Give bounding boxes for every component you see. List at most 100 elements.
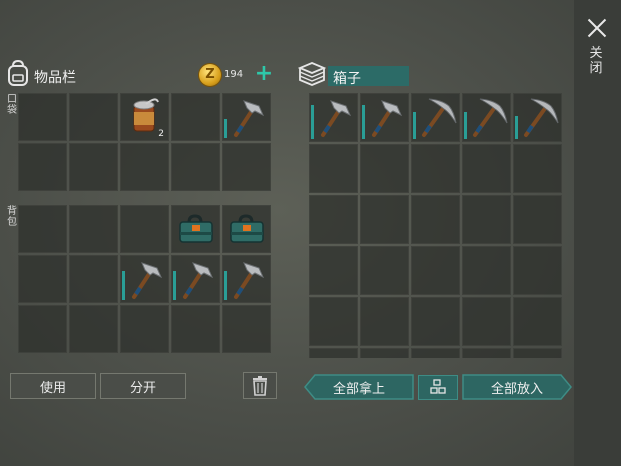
box-slot[interactable]	[513, 144, 562, 193]
durability-bar	[122, 271, 125, 300]
hammer-icon	[321, 100, 352, 137]
put-all-label: 全部放入	[490, 381, 543, 397]
take-all-button[interactable]: 全部拿上	[304, 374, 414, 400]
trash-button[interactable]	[243, 372, 277, 399]
hammer-icon	[132, 262, 163, 299]
pocket-label: 口袋	[7, 94, 17, 116]
box-slot[interactable]	[513, 348, 562, 358]
backpack-slot[interactable]	[18, 305, 67, 353]
durability-bar	[311, 105, 314, 139]
box-slot[interactable]	[360, 297, 409, 346]
sort-grid-icon	[430, 379, 446, 394]
sort-button[interactable]	[418, 375, 458, 400]
box-slot[interactable]	[513, 195, 562, 244]
close-label[interactable]: 关闭	[588, 46, 604, 76]
hammer-icon	[234, 262, 265, 299]
add-coins-button[interactable]: +	[254, 63, 274, 85]
durability-bar	[362, 105, 365, 139]
toolbox-icon	[179, 214, 213, 243]
box-slot[interactable]	[360, 144, 409, 193]
box-slot[interactable]	[360, 246, 409, 295]
box-slot[interactable]	[309, 297, 358, 346]
box-slot[interactable]	[309, 93, 358, 142]
box-slot[interactable]	[360, 195, 409, 244]
pocket-slot[interactable]	[222, 93, 271, 141]
box-slot[interactable]	[462, 348, 511, 358]
backpack-slot[interactable]	[222, 255, 271, 303]
box-slot[interactable]	[360, 93, 409, 142]
backpack-slot[interactable]	[171, 205, 220, 253]
durability-bar	[224, 271, 227, 300]
box-slot[interactable]	[462, 144, 511, 193]
backpack-slot[interactable]	[171, 305, 220, 353]
box-slot[interactable]	[513, 93, 562, 142]
crate-icon	[298, 62, 326, 86]
pocket-slot[interactable]	[69, 143, 118, 191]
pickaxe-icon	[422, 98, 457, 137]
pocket-slot[interactable]	[18, 93, 67, 141]
backpack-slot[interactable]	[120, 255, 169, 303]
coin-icon: Z	[199, 64, 221, 86]
pocket-slot[interactable]	[120, 143, 169, 191]
trash-icon	[253, 376, 267, 396]
use-button[interactable]: 使用	[10, 373, 96, 399]
pocket-slot[interactable]	[222, 143, 271, 191]
durability-bar	[224, 119, 227, 138]
hammer-icon	[183, 262, 214, 299]
hammer-icon	[372, 100, 403, 137]
pocket-slot[interactable]: 2	[120, 93, 169, 141]
box-slot[interactable]	[309, 195, 358, 244]
backpack-slot[interactable]	[18, 205, 67, 253]
backpack-slot[interactable]	[69, 255, 118, 303]
box-slot[interactable]	[411, 246, 460, 295]
take-all-label: 全部拿上	[332, 381, 385, 397]
backpack-icon	[8, 60, 28, 86]
pickaxe-icon	[524, 98, 559, 137]
box-slot[interactable]	[462, 297, 511, 346]
split-button[interactable]: 分开	[100, 373, 186, 399]
put-all-button[interactable]: 全部放入	[462, 374, 572, 400]
toolbox-icon	[230, 214, 264, 243]
box-slot[interactable]	[513, 297, 562, 346]
box-slot[interactable]	[411, 195, 460, 244]
durability-bar	[515, 116, 518, 139]
item-quantity: 2	[158, 129, 164, 139]
box-slot[interactable]	[411, 348, 460, 358]
backpack-slot[interactable]	[222, 305, 271, 353]
backpack-grid	[18, 205, 271, 353]
durability-bar	[464, 112, 467, 139]
close-icon[interactable]	[585, 16, 609, 40]
durability-bar	[173, 271, 176, 300]
coin-count: 194	[224, 69, 244, 80]
box-grid	[309, 93, 562, 358]
backpack-slot[interactable]	[69, 305, 118, 353]
pocket-slot[interactable]	[171, 143, 220, 191]
pocket-grid: 2	[18, 93, 271, 191]
box-title: 箱子	[333, 71, 361, 87]
box-slot[interactable]	[309, 348, 358, 358]
box-slot[interactable]	[462, 246, 511, 295]
backpack-slot[interactable]	[18, 255, 67, 303]
box-slot[interactable]	[462, 93, 511, 142]
box-slot[interactable]	[411, 93, 460, 142]
box-slot[interactable]	[411, 144, 460, 193]
backpack-slot[interactable]	[120, 205, 169, 253]
box-slot[interactable]	[513, 246, 562, 295]
pickaxe-icon	[473, 98, 508, 137]
backpack-slot[interactable]	[171, 255, 220, 303]
backpack-slot[interactable]	[69, 205, 118, 253]
box-slot[interactable]	[309, 144, 358, 193]
box-slot[interactable]	[309, 246, 358, 295]
pocket-slot[interactable]	[18, 143, 67, 191]
hammer-icon	[234, 100, 265, 137]
pocket-slot[interactable]	[69, 93, 118, 141]
box-slot[interactable]	[360, 348, 409, 358]
durability-bar	[413, 112, 416, 139]
inventory-title: 物品栏	[34, 70, 76, 86]
backpack-slot[interactable]	[222, 205, 271, 253]
backpack-slot[interactable]	[120, 305, 169, 353]
pocket-slot[interactable]	[171, 93, 220, 141]
backpack-label: 背包	[7, 206, 17, 228]
box-slot[interactable]	[411, 297, 460, 346]
box-slot[interactable]	[462, 195, 511, 244]
